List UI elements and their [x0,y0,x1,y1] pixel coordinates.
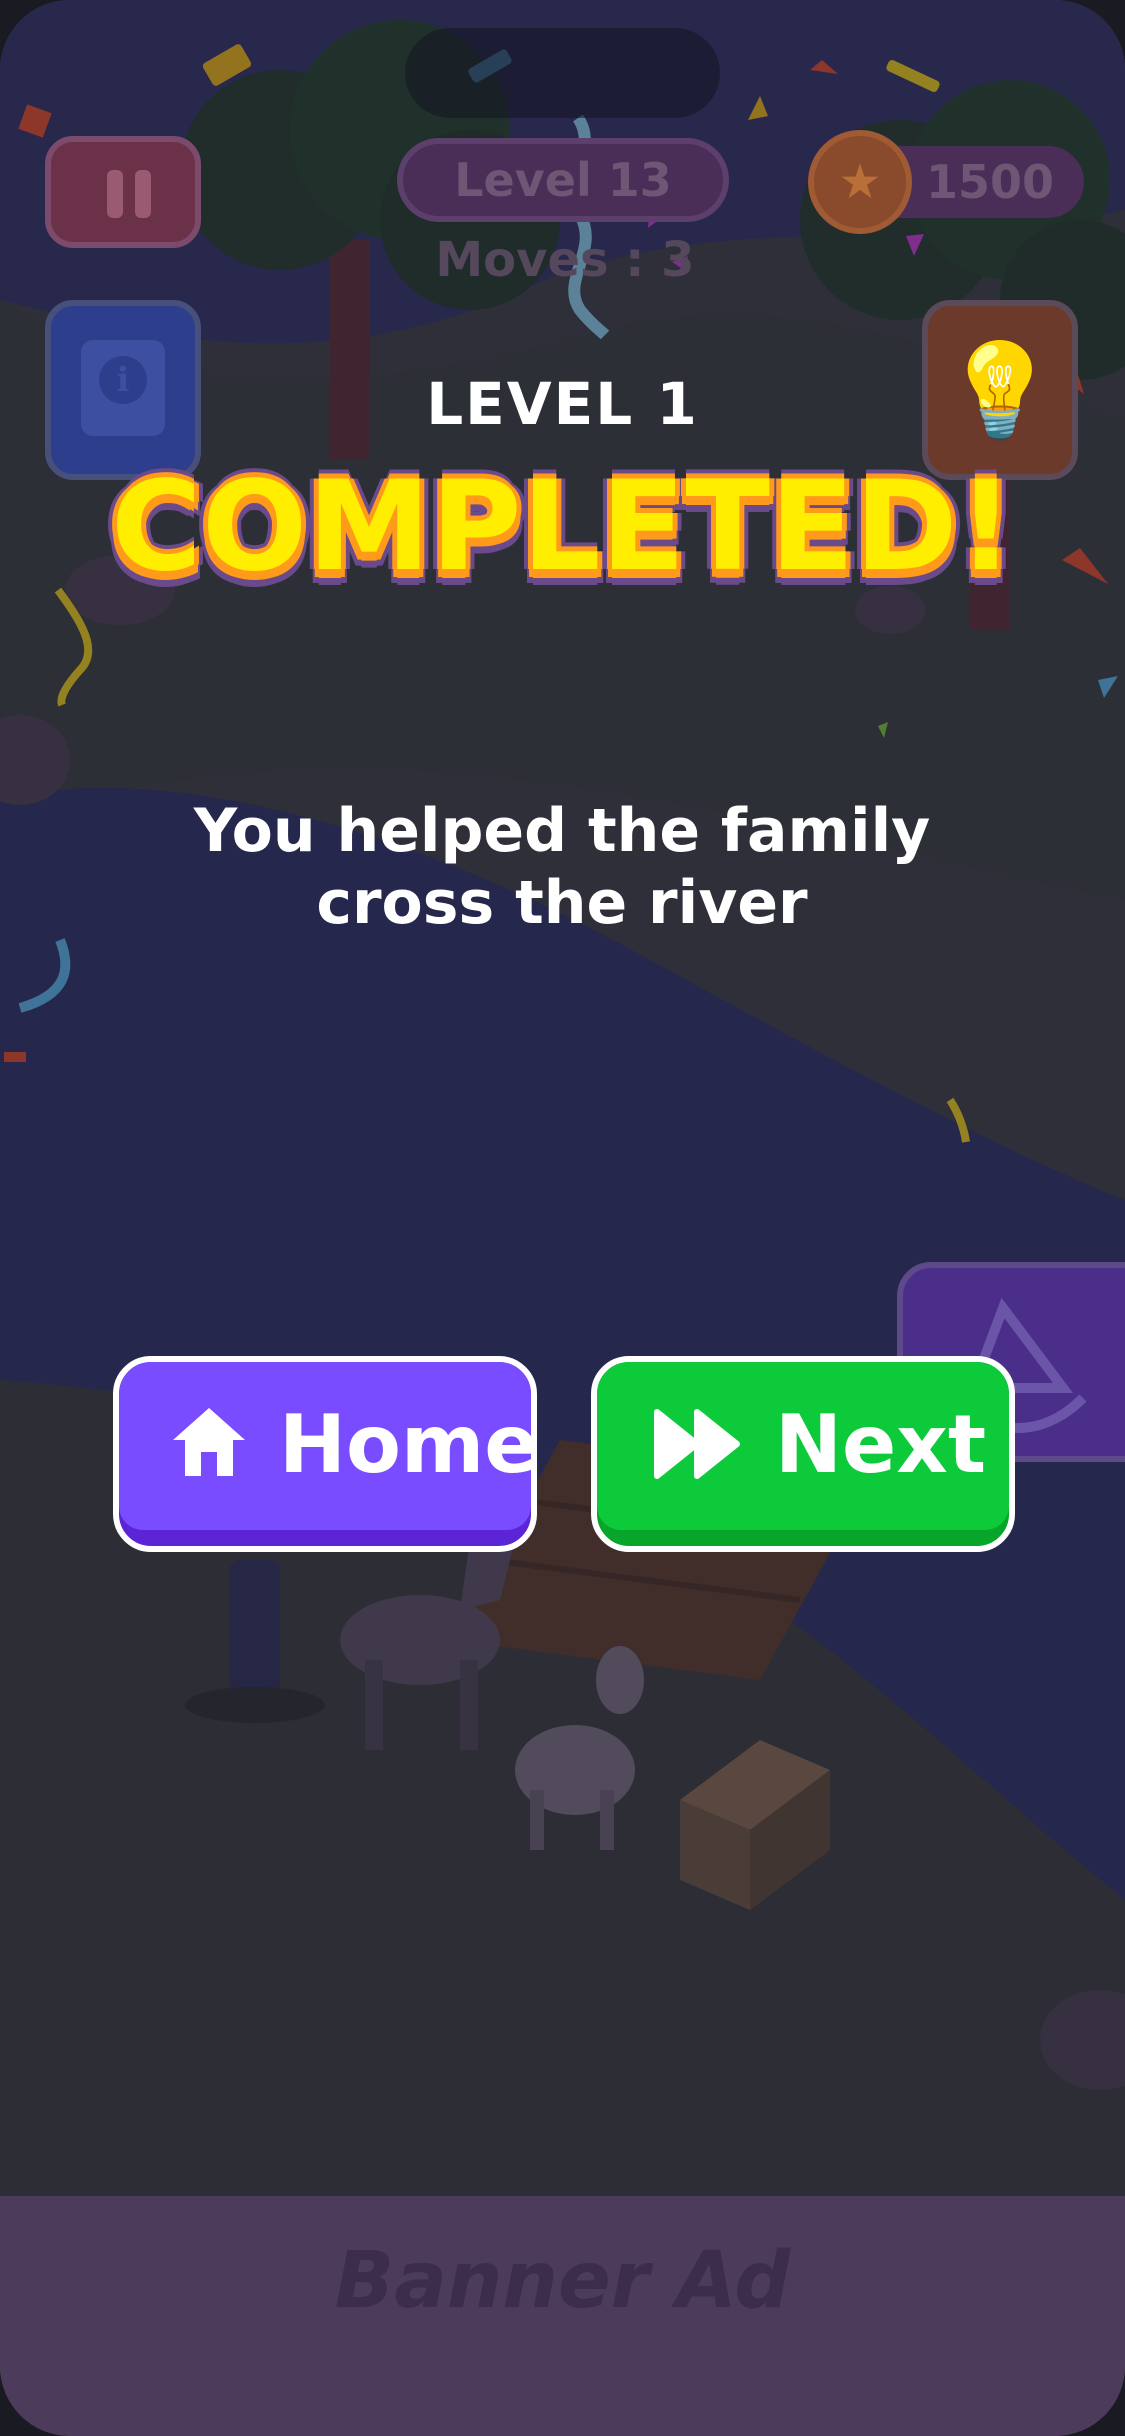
top-notch [405,28,720,118]
next-button-label: Next [775,1398,987,1491]
fast-forward-icon-shape [654,1409,740,1479]
completed-title: COMPLETED! [110,455,1015,599]
coin-count: 1500 [925,155,1054,209]
coin-star-icon: ★ [808,130,912,234]
home-icon [173,1408,245,1476]
pause-button[interactable] [45,136,201,248]
next-button[interactable]: Next [591,1356,1015,1552]
moves-counter: Moves : 3 [435,232,695,288]
game-screen: Level 13 Moves : 3 1500 ★ i 💡 LEVEL 1 CO… [0,0,1125,2436]
level-indicator-label: Level 13 [454,153,672,207]
home-button[interactable]: Home [113,1356,537,1552]
result-message: You helped the family cross the river [193,796,931,938]
banner-ad[interactable]: Banner Ad [0,2196,1125,2436]
fast-forward-icon [654,1409,740,1479]
level-complete-label: LEVEL 1 [426,370,699,438]
level-indicator: Level 13 [397,138,729,222]
home-icon-shape [173,1408,245,1476]
banner-ad-label: Banner Ad [334,2236,791,2326]
home-button-label: Home [279,1398,537,1491]
